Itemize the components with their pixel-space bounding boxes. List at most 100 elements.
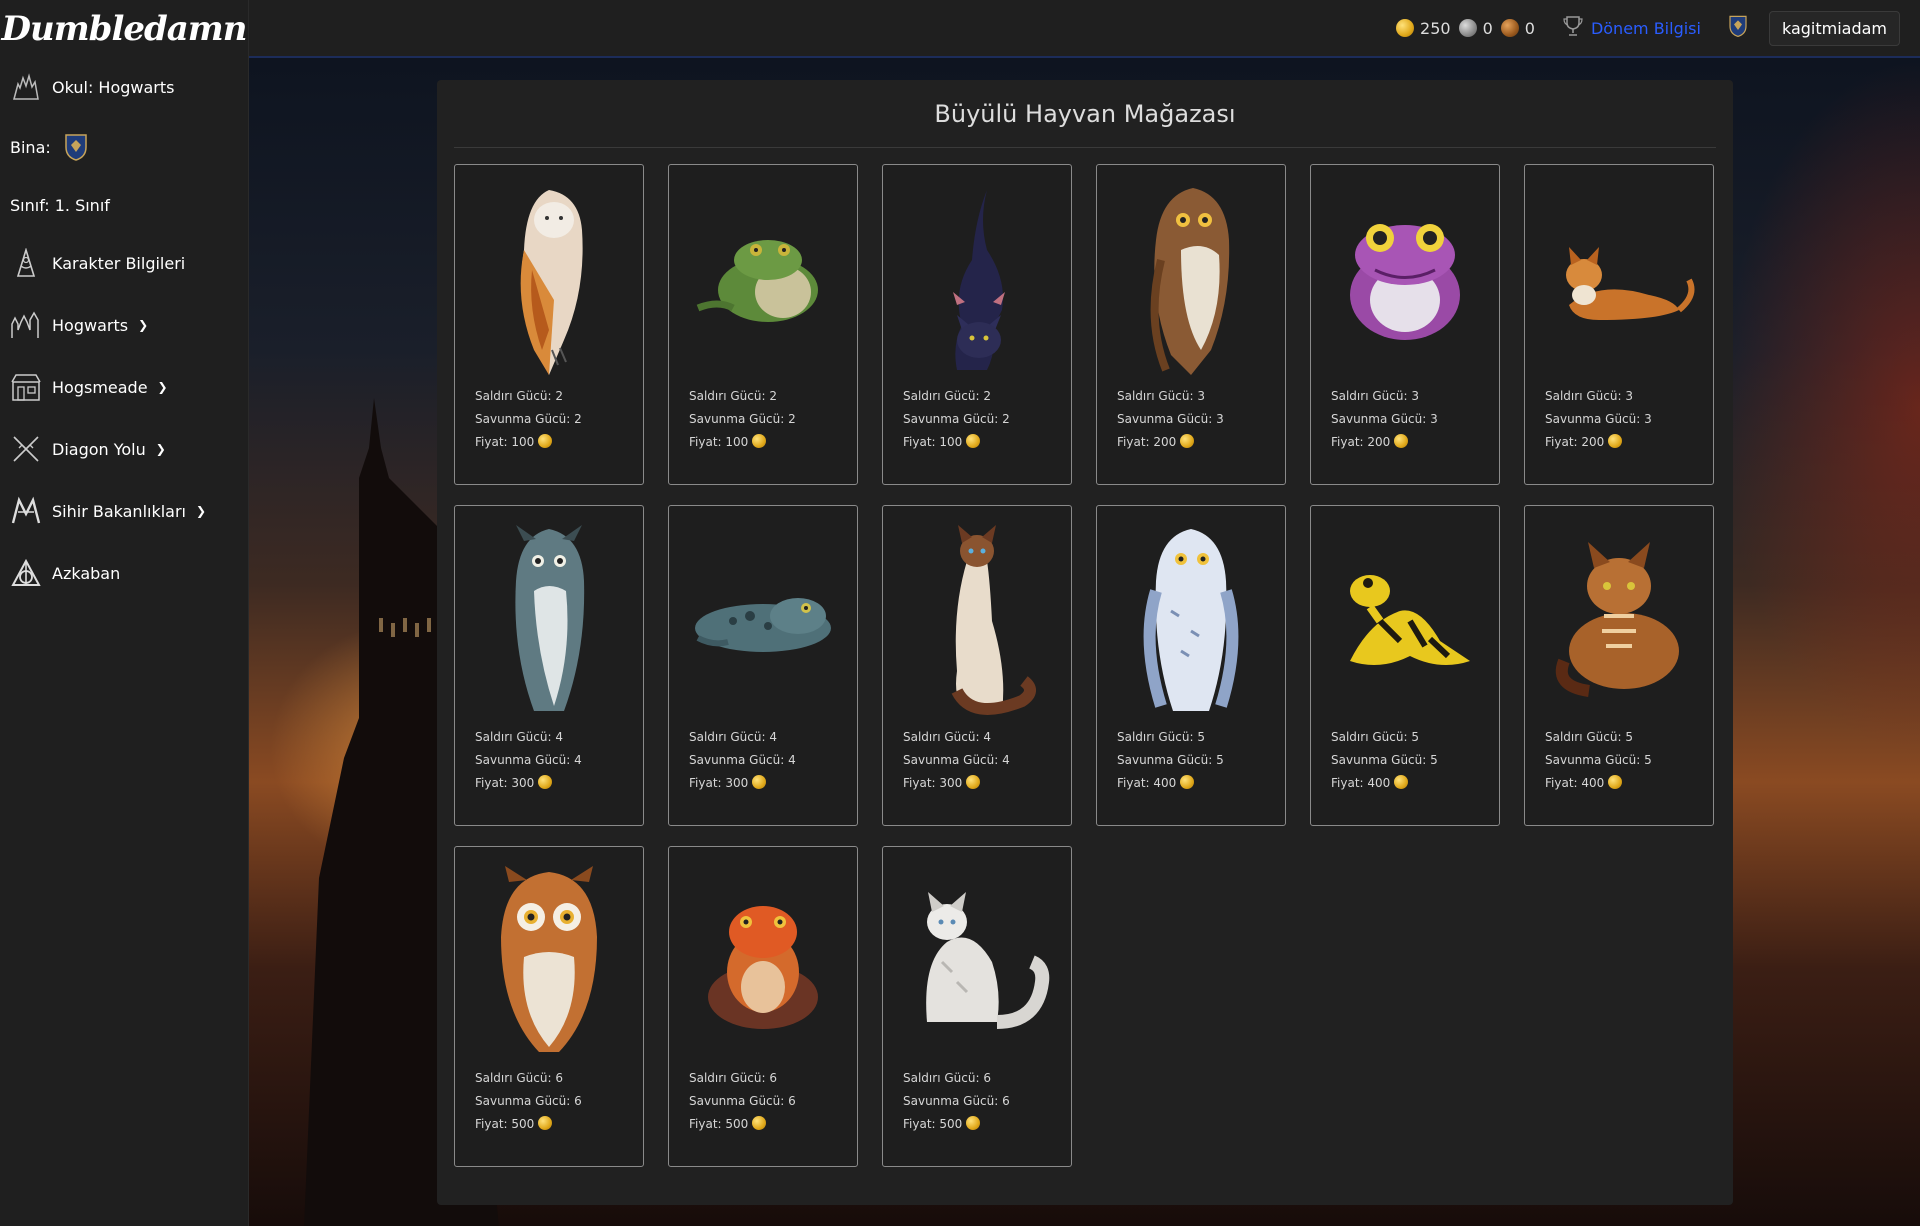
price: Fiyat: 300 (475, 772, 643, 795)
pet-card[interactable]: Saldırı Gücü: 4 Savunma Gücü: 4 Fiyat: 3… (454, 505, 644, 826)
defense-stat: Savunma Gücü: 4 (689, 753, 796, 767)
pet-stats: Saldırı Gücü: 2 Savunma Gücü: 2 Fiyat: 1… (455, 385, 643, 454)
gold-coin-icon (752, 775, 767, 789)
defense-stat: Savunma Gücü: 3 (1545, 412, 1652, 426)
price: Fiyat: 200 (1331, 431, 1499, 454)
sidebar-item-hogwarts[interactable]: Hogwarts ❯ (0, 294, 248, 356)
sidebar: Dumbledamn Okul: Hogwarts Bina: Sınıf: 1… (0, 0, 249, 1226)
sidebar-item-azkaban[interactable]: Azkaban (0, 542, 248, 604)
silver-coin-icon (1458, 19, 1477, 37)
shop-panel: Büyülü Hayvan Mağazası Saldırı Gücü: 2 S… (437, 80, 1733, 1205)
sidebar-item-label: Hogsmeade (52, 377, 148, 397)
pet-card[interactable]: Saldırı Gücü: 4 Savunma Gücü: 4 Fiyat: 3… (882, 505, 1072, 826)
defense-stat: Savunma Gücü: 2 (903, 412, 1010, 426)
ravenclaw-crest-icon (63, 132, 89, 162)
gold-coin-icon (1394, 434, 1409, 448)
sidebar-item-hogsmeade[interactable]: Hogsmeade ❯ (0, 356, 248, 418)
pet-stats: Saldırı Gücü: 3 Savunma Gücü: 3 Fiyat: 2… (1097, 385, 1285, 454)
pet-card[interactable]: Saldırı Gücü: 2 Savunma Gücü: 2 Fiyat: 1… (668, 164, 858, 485)
attack-stat: Saldırı Gücü: 2 (689, 389, 777, 403)
sidebar-item-diagon-alley[interactable]: Diagon Yolu ❯ (0, 418, 248, 480)
sidebar-item-label: Hogwarts (52, 315, 129, 335)
sidebar-item-character[interactable]: Karakter Bilgileri (0, 232, 248, 294)
defense-stat: Savunma Gücü: 5 (1117, 753, 1224, 767)
gold-coin-icon (1180, 775, 1195, 789)
tabby-cat-image (1525, 506, 1713, 726)
defense-stat: Savunma Gücü: 4 (475, 753, 582, 767)
deathly-hallows-icon (10, 557, 42, 589)
defense-stat: Savunma Gücü: 3 (1331, 412, 1438, 426)
wizard-hat-icon (10, 247, 42, 279)
attack-stat: Saldırı Gücü: 2 (903, 389, 991, 403)
price: Fiyat: 100 (475, 431, 643, 454)
pet-stats: Saldırı Gücü: 6 Savunma Gücü: 6 Fiyat: 5… (883, 1067, 1071, 1136)
bronze-coin-icon (1500, 19, 1519, 37)
gold-coin-icon (538, 775, 553, 789)
school-label: Okul: Hogwarts (52, 77, 175, 97)
orange-owl-image (455, 847, 643, 1067)
attack-stat: Saldırı Gücü: 6 (903, 1071, 991, 1085)
pet-card[interactable]: Saldırı Gücü: 2 Savunma Gücü: 2 Fiyat: 1… (454, 164, 644, 485)
sidebar-item-ministry[interactable]: Sihir Bakanlıkları ❯ (0, 480, 248, 542)
castle-icon (10, 309, 42, 341)
gold-balance: 250 (1396, 19, 1451, 38)
gold-coin-icon (1608, 775, 1623, 789)
attack-stat: Saldırı Gücü: 5 (1545, 730, 1633, 744)
price: Fiyat: 500 (689, 1113, 857, 1136)
price: Fiyat: 100 (689, 431, 857, 454)
price: Fiyat: 400 (1545, 772, 1713, 795)
defense-stat: Savunma Gücü: 6 (689, 1094, 796, 1108)
pet-card[interactable]: Saldırı Gücü: 3 Savunma Gücü: 3 Fiyat: 2… (1524, 164, 1714, 485)
ravenclaw-crest-icon[interactable] (1727, 14, 1749, 42)
siamese-cat-image (883, 506, 1071, 726)
pet-card[interactable]: Saldırı Gücü: 6 Savunma Gücü: 6 Fiyat: 5… (882, 846, 1072, 1167)
crossed-wands-icon (10, 433, 42, 465)
bronze-amount: 0 (1524, 18, 1535, 38)
top-bar: 250 0 0 Dönem Bilgisi kagitmiadam (249, 0, 1920, 58)
pet-stats: Saldırı Gücü: 4 Savunma Gücü: 4 Fiyat: 3… (455, 726, 643, 795)
pet-stats: Saldırı Gücü: 5 Savunma Gücü: 5 Fiyat: 4… (1525, 726, 1713, 795)
pet-card[interactable]: Saldırı Gücü: 6 Savunma Gücü: 6 Fiyat: 5… (454, 846, 644, 1167)
purple-toad-image (1311, 165, 1499, 385)
orange-cat-image (1525, 165, 1713, 385)
grade-row: Sınıf: 1. Sınıf (0, 178, 248, 232)
user-menu-button[interactable]: kagitmiadam (1768, 10, 1900, 46)
white-cat-image (883, 847, 1071, 1067)
pet-stats: Saldırı Gücü: 2 Savunma Gücü: 2 Fiyat: 1… (669, 385, 857, 454)
pet-card[interactable]: Saldırı Gücü: 5 Savunma Gücü: 5 Fiyat: 4… (1310, 505, 1500, 826)
pet-card[interactable]: Saldırı Gücü: 5 Savunma Gücü: 5 Fiyat: 4… (1524, 505, 1714, 826)
yellow-frog-image (1311, 506, 1499, 726)
attack-stat: Saldırı Gücü: 3 (1545, 389, 1633, 403)
attack-stat: Saldırı Gücü: 5 (1331, 730, 1419, 744)
brand-logo[interactable]: Dumbledamn (0, 0, 248, 58)
term-info-link[interactable]: Dönem Bilgisi (1591, 19, 1701, 38)
pet-card[interactable]: Saldırı Gücü: 4 Savunma Gücü: 4 Fiyat: 3… (668, 505, 858, 826)
price: Fiyat: 100 (903, 431, 1071, 454)
pet-stats: Saldırı Gücü: 4 Savunma Gücü: 4 Fiyat: 3… (669, 726, 857, 795)
chevron-down-icon: ❯ (157, 380, 168, 394)
pet-stats: Saldırı Gücü: 6 Savunma Gücü: 6 Fiyat: 5… (455, 1067, 643, 1136)
price: Fiyat: 500 (903, 1113, 1071, 1136)
price: Fiyat: 200 (1117, 431, 1285, 454)
grey-owl-image (455, 506, 643, 726)
defense-stat: Savunma Gücü: 5 (1331, 753, 1438, 767)
pet-card[interactable]: Saldırı Gücü: 3 Savunma Gücü: 3 Fiyat: 2… (1096, 164, 1286, 485)
red-sky (1720, 58, 1920, 758)
price: Fiyat: 400 (1117, 772, 1285, 795)
gold-coin-icon (752, 1116, 767, 1130)
pet-card[interactable]: Saldırı Gücü: 5 Savunma Gücü: 5 Fiyat: 4… (1096, 505, 1286, 826)
red-toad-image (669, 847, 857, 1067)
sidebar-item-label: Azkaban (52, 563, 121, 583)
pet-stats: Saldırı Gücü: 2 Savunma Gücü: 2 Fiyat: 1… (883, 385, 1071, 454)
bronze-balance: 0 (1500, 18, 1535, 38)
defense-stat: Savunma Gücü: 2 (689, 412, 796, 426)
gold-coin-icon (966, 775, 981, 789)
pet-card[interactable]: Saldırı Gücü: 6 Savunma Gücü: 6 Fiyat: 5… (668, 846, 858, 1167)
defense-stat: Savunma Gücü: 6 (475, 1094, 582, 1108)
chevron-down-icon: ❯ (138, 318, 149, 332)
price: Fiyat: 300 (689, 772, 857, 795)
silver-amount: 0 (1482, 18, 1493, 38)
pet-card[interactable]: Saldırı Gücü: 2 Savunma Gücü: 2 Fiyat: 1… (882, 164, 1072, 485)
sidebar-item-label: Karakter Bilgileri (52, 253, 186, 273)
pet-card[interactable]: Saldırı Gücü: 3 Savunma Gücü: 3 Fiyat: 2… (1310, 164, 1500, 485)
